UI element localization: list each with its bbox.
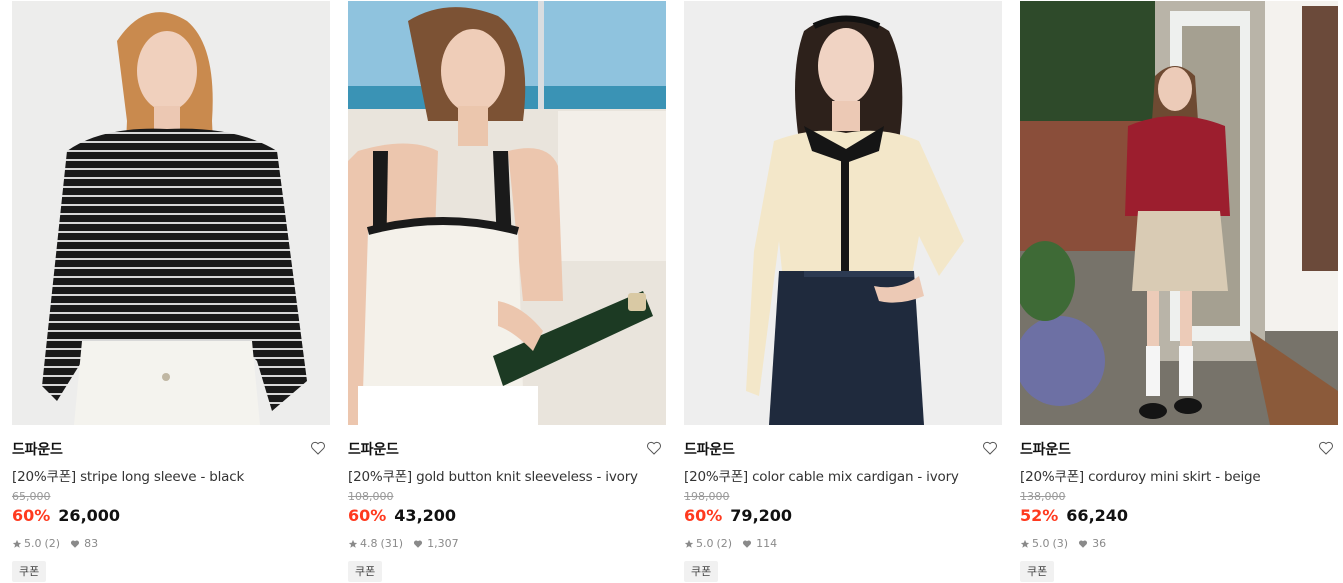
brand-name[interactable]: 드파운드 xyxy=(1020,439,1071,459)
coupon-badge: 쿠폰 xyxy=(684,561,719,582)
original-price: 108,000 xyxy=(348,490,394,503)
heart-outline-icon[interactable] xyxy=(982,440,998,456)
original-price: 138,000 xyxy=(1020,490,1066,503)
product-name[interactable]: [20%쿠폰] color cable mix cardigan - ivory xyxy=(684,465,959,485)
like-count: 36 xyxy=(1092,537,1107,550)
heart-filled-icon xyxy=(414,539,423,548)
coupon-badge: 쿠폰 xyxy=(12,561,47,582)
product-photo-stripe-top xyxy=(12,1,330,425)
discount-rate: 60% xyxy=(684,506,723,525)
star-icon xyxy=(684,539,694,548)
brand-name[interactable]: 드파운드 xyxy=(684,439,735,459)
product-photo-cable-cardigan xyxy=(684,1,1002,425)
sale-price: 26,000 xyxy=(58,506,121,525)
product-stats: 5.0 (2) 83 xyxy=(12,537,98,550)
rating-value: 5.0 xyxy=(696,537,714,550)
sale-price: 43,200 xyxy=(394,506,457,525)
product-image[interactable] xyxy=(684,1,1002,425)
product-grid: 드파운드 [20%쿠폰] stripe long sleeve - black … xyxy=(0,0,1343,583)
product-card[interactable]: 드파운드 [20%쿠폰] color cable mix cardigan - … xyxy=(684,0,1002,583)
original-price: 65,000 xyxy=(12,490,51,503)
like-count: 83 xyxy=(84,537,99,550)
price-row: 60% 43,200 xyxy=(348,506,456,525)
brand-name[interactable]: 드파운드 xyxy=(348,439,399,459)
sale-price: 79,200 xyxy=(730,506,793,525)
product-image[interactable] xyxy=(12,1,330,425)
like-count: 114 xyxy=(756,537,778,550)
product-image[interactable] xyxy=(1020,1,1338,425)
discount-rate: 52% xyxy=(1020,506,1059,525)
heart-outline-icon[interactable] xyxy=(646,440,662,456)
product-name[interactable]: [20%쿠폰] corduroy mini skirt - beige xyxy=(1020,465,1261,485)
rating-value: 5.0 xyxy=(1032,537,1050,550)
product-stats: 4.8 (31) 1,307 xyxy=(348,537,459,550)
coupon-badge: 쿠폰 xyxy=(348,561,383,582)
discount-rate: 60% xyxy=(12,506,51,525)
product-photo-corduroy-skirt xyxy=(1020,1,1338,425)
heart-filled-icon xyxy=(743,539,752,548)
product-image[interactable] xyxy=(348,1,666,425)
heart-filled-icon xyxy=(71,539,80,548)
product-stats: 5.0 (2) 114 xyxy=(684,537,777,550)
heart-filled-icon xyxy=(1079,539,1088,548)
coupon-badge: 쿠폰 xyxy=(1020,561,1055,582)
review-count: (2) xyxy=(716,537,733,550)
rating-value: 4.8 xyxy=(360,537,378,550)
original-price: 198,000 xyxy=(684,490,730,503)
heart-outline-icon[interactable] xyxy=(310,440,326,456)
product-card[interactable]: 드파운드 [20%쿠폰] corduroy mini skirt - beige… xyxy=(1020,0,1338,583)
star-icon xyxy=(12,539,22,548)
product-card[interactable]: 드파운드 [20%쿠폰] gold button knit sleeveless… xyxy=(348,0,666,583)
discount-rate: 60% xyxy=(348,506,387,525)
product-name[interactable]: [20%쿠폰] gold button knit sleeveless - iv… xyxy=(348,465,638,485)
brand-name[interactable]: 드파운드 xyxy=(12,439,63,459)
star-icon xyxy=(1020,539,1030,548)
heart-outline-icon[interactable] xyxy=(1318,440,1334,456)
star-icon xyxy=(348,539,358,548)
review-count: (31) xyxy=(380,537,404,550)
sale-price: 66,240 xyxy=(1066,506,1129,525)
product-name[interactable]: [20%쿠폰] stripe long sleeve - black xyxy=(12,465,244,485)
review-count: (3) xyxy=(1052,537,1069,550)
product-card[interactable]: 드파운드 [20%쿠폰] stripe long sleeve - black … xyxy=(12,0,330,583)
rating-value: 5.0 xyxy=(24,537,42,550)
product-stats: 5.0 (3) 36 xyxy=(1020,537,1106,550)
like-count: 1,307 xyxy=(427,537,459,550)
price-row: 52% 66,240 xyxy=(1020,506,1128,525)
product-photo-knit-sleeveless xyxy=(348,1,666,425)
review-count: (2) xyxy=(44,537,61,550)
price-row: 60% 26,000 xyxy=(12,506,120,525)
price-row: 60% 79,200 xyxy=(684,506,792,525)
